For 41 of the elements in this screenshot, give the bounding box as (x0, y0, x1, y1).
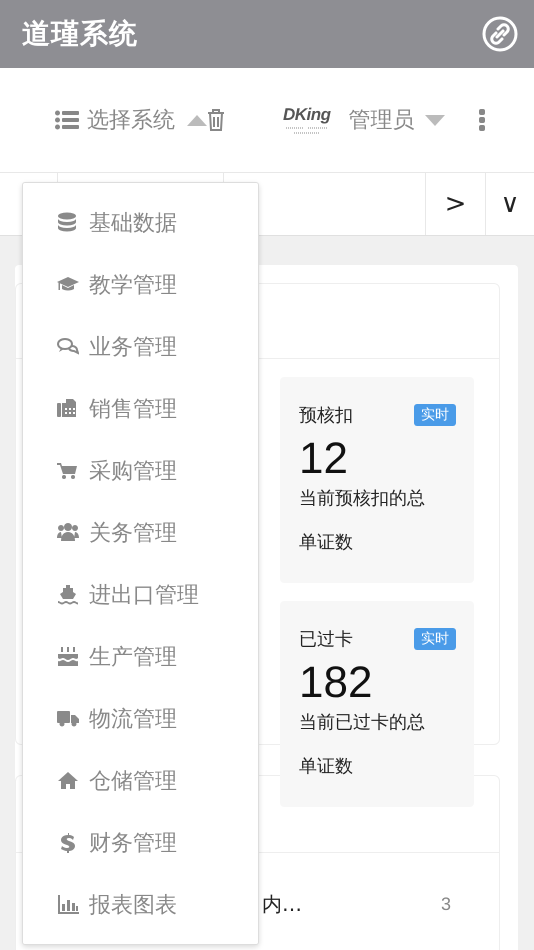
database-icon (57, 212, 79, 234)
menu-item[interactable]: 仓储管理 (23, 750, 258, 812)
stat-value: 182 (299, 659, 374, 707)
menu-item[interactable]: 生产管理 (23, 626, 258, 688)
list-item-count: 3 (440, 894, 451, 915)
menu-item[interactable]: 报表图表 (23, 874, 258, 936)
user-menu-button[interactable]: 管理员 (348, 105, 445, 135)
stat-description: 当前已过卡的总单证数 (299, 711, 426, 779)
menu-item[interactable]: 关务管理 (23, 502, 258, 564)
cake-icon (57, 646, 79, 668)
menu-item[interactable]: 业务管理 (23, 316, 258, 378)
list-item-text: 内… (262, 891, 302, 918)
menu-item[interactable]: 采购管理 (23, 440, 258, 502)
shopping-cart-icon (57, 460, 79, 482)
system-select-button[interactable]: 选择系统 (55, 105, 207, 135)
app-title: 道瑾系统 (22, 16, 138, 52)
list-icon (55, 110, 79, 130)
stat-description: 当前预核扣的总单证数 (299, 487, 426, 555)
link-icon[interactable] (482, 16, 518, 52)
people-icon (57, 522, 79, 544)
menu-item[interactable]: 教学管理 (23, 254, 258, 316)
home-icon (57, 770, 79, 792)
more-icon[interactable] (478, 109, 485, 131)
stat-value: 12 (299, 435, 349, 483)
caret-down-icon (424, 114, 445, 126)
fax-machine-icon (57, 398, 79, 420)
stat-title: 已过卡 (299, 628, 353, 651)
menu-item[interactable]: 销售管理 (23, 378, 258, 440)
caret-up-icon (187, 114, 207, 126)
realtime-badge: 实时 (414, 404, 456, 426)
ship-icon (57, 584, 79, 606)
menu-item[interactable]: 基础数据 (23, 192, 258, 254)
menu-item[interactable]: 财务管理 (23, 812, 258, 874)
logo-tagline-icon (284, 125, 330, 135)
bar-chart-icon (57, 894, 79, 916)
menu-item[interactable]: 进出口管理 (23, 564, 258, 626)
stat-title: 预核扣 (299, 404, 353, 427)
menu-item[interactable]: 物流管理 (23, 688, 258, 750)
logo-text: DKing (283, 105, 331, 125)
trash-icon[interactable] (207, 109, 225, 131)
realtime-badge: 实时 (414, 628, 456, 650)
